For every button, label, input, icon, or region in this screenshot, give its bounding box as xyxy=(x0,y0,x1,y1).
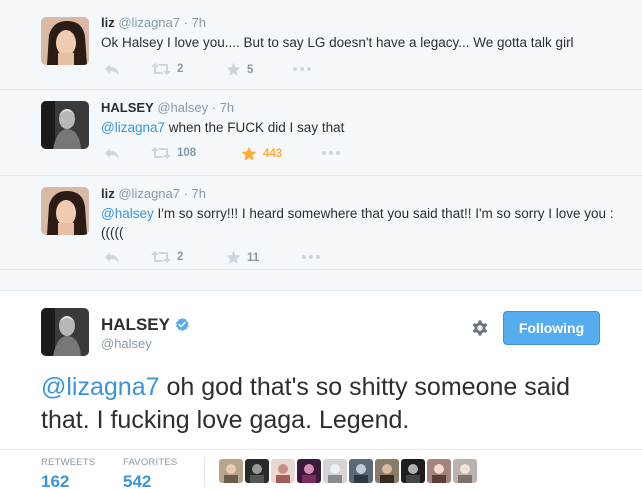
retweet-count: 108 xyxy=(177,147,197,159)
tweet-header: liz @lizagna7 · 7h xyxy=(101,186,206,201)
avatar[interactable] xyxy=(453,459,477,483)
favorite-count: 5 xyxy=(247,63,254,76)
retweets-stat[interactable]: RETWEETS 162 xyxy=(41,457,95,489)
retweet-count: 2 xyxy=(177,63,184,75)
author-name[interactable]: liz xyxy=(101,186,115,201)
mention-link[interactable]: @lizagna7 xyxy=(41,373,160,401)
timestamp[interactable]: · 7h xyxy=(184,186,206,201)
author-handle[interactable]: @lizagna7 xyxy=(118,186,180,201)
favorite-star-icon xyxy=(241,146,257,161)
reply-button[interactable] xyxy=(104,146,120,160)
tweet-text: @halsey I'm so sorry!!! I heard somewher… xyxy=(101,204,621,242)
timestamp[interactable]: · 7h xyxy=(184,15,206,30)
avatar[interactable] xyxy=(297,459,321,483)
mention-link[interactable]: @lizagna7 xyxy=(101,120,165,135)
tweet-stats: RETWEETS 162 FAVORITES 542 xyxy=(0,449,642,489)
retweet-icon xyxy=(151,147,171,159)
avatar[interactable] xyxy=(219,459,243,483)
avatar[interactable] xyxy=(41,308,89,356)
reply-button[interactable] xyxy=(104,250,120,264)
reply-tweet[interactable]: liz @lizagna7 · 7h @halsey I'm so sorry!… xyxy=(0,176,642,270)
favorites-stat[interactable]: FAVORITES 542 xyxy=(123,457,177,489)
retweet-icon xyxy=(151,63,171,75)
reply-button[interactable] xyxy=(104,62,120,76)
reply-icon xyxy=(105,64,119,75)
avatar[interactable] xyxy=(323,459,347,483)
favorite-button[interactable]: 11 xyxy=(226,250,259,265)
mention-link[interactable]: @halsey xyxy=(101,206,154,221)
retweet-button[interactable]: 2 xyxy=(151,250,183,264)
retweet-count: 2 xyxy=(177,251,184,263)
verified-badge-icon xyxy=(175,317,189,332)
avatar[interactable] xyxy=(41,17,89,65)
author-name-text: HALSEY xyxy=(101,315,170,334)
retweet-button[interactable]: 108 xyxy=(151,146,196,160)
tweet-header: liz @lizagna7 · 7h xyxy=(101,15,206,30)
avatar[interactable] xyxy=(427,459,451,483)
author-name[interactable]: liz xyxy=(101,15,115,30)
favorite-count: 11 xyxy=(247,251,260,264)
avatar[interactable] xyxy=(41,187,89,235)
reply-tweet[interactable]: HALSEY @halsey · 7h @lizagna7 when the F… xyxy=(0,90,642,176)
reply-icon xyxy=(105,252,119,263)
author-handle[interactable]: @lizagna7 xyxy=(118,15,180,30)
more-dots-icon[interactable] xyxy=(293,67,311,71)
avatar[interactable] xyxy=(245,459,269,483)
avatar[interactable] xyxy=(349,459,373,483)
favorite-count: 443 xyxy=(263,148,283,160)
avatar[interactable] xyxy=(375,459,399,483)
avatar[interactable] xyxy=(41,101,89,149)
main-tweet: HALSEY @halsey Following @lizagna7 oh go… xyxy=(0,290,642,489)
more-dots-icon[interactable] xyxy=(322,151,340,155)
author-name[interactable]: HALSEY xyxy=(101,100,154,115)
tweet-body: Ok Halsey I love you.... But to say LG d… xyxy=(101,35,574,50)
tweet-text: @lizagna7 when the FUCK did I say that xyxy=(101,118,621,137)
gear-icon[interactable] xyxy=(470,318,490,338)
favorite-button[interactable]: 5 xyxy=(226,62,253,77)
tweet-body: I'm so sorry!!! I heard somewhere that y… xyxy=(101,206,614,240)
avatar[interactable] xyxy=(401,459,425,483)
reply-icon xyxy=(105,148,119,159)
author-handle[interactable]: @halsey xyxy=(157,100,208,115)
retweet-icon xyxy=(151,251,171,263)
favoriters-avatars xyxy=(219,459,477,483)
avatar[interactable] xyxy=(271,459,295,483)
tweet-header: HALSEY @halsey · 7h xyxy=(101,100,234,115)
tweet-text: @lizagna7 oh god that's so shitty someon… xyxy=(41,371,611,437)
more-dots-icon[interactable] xyxy=(302,255,320,259)
stats-divider xyxy=(204,457,205,487)
tweet-body: when the FUCK did I say that xyxy=(165,120,345,135)
timestamp[interactable]: · 7h xyxy=(212,100,234,115)
favorite-star-icon xyxy=(226,62,241,76)
retweets-label: RETWEETS xyxy=(41,457,96,468)
retweets-count: 162 xyxy=(41,472,70,489)
conversation-thread: liz @lizagna7 · 7h Ok Halsey I love you.… xyxy=(0,0,642,290)
favorite-star-icon xyxy=(226,250,241,264)
tweet-text: Ok Halsey I love you.... But to say LG d… xyxy=(101,33,621,52)
following-button[interactable]: Following xyxy=(503,311,600,345)
favorites-label: FAVORITES xyxy=(123,457,178,468)
favorites-count: 542 xyxy=(123,472,152,489)
retweet-button[interactable]: 2 xyxy=(151,62,183,76)
favorite-button[interactable]: 443 xyxy=(241,146,282,162)
author-handle[interactable]: @halsey xyxy=(101,336,152,351)
author-name[interactable]: HALSEY xyxy=(101,315,190,335)
reply-tweet[interactable]: liz @lizagna7 · 7h Ok Halsey I love you.… xyxy=(0,0,642,90)
